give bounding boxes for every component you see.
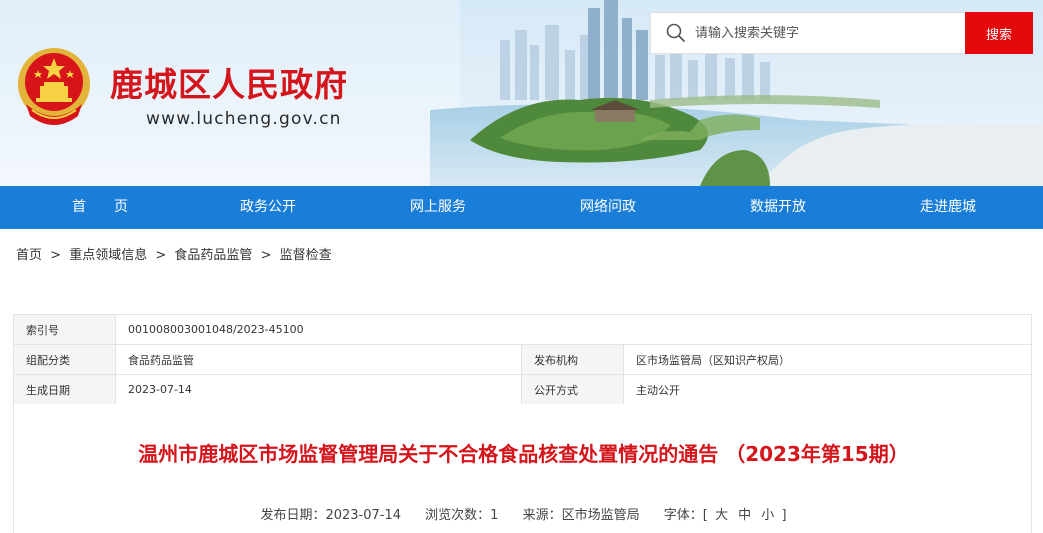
category-value: 食品药品监管 [115,344,522,375]
font-size-control: 字体：[ 大 中 小 ] [664,508,787,523]
index-value: 001008003001048/2023-45100 [115,314,1032,345]
nav-item-online-inquiry[interactable]: 网络问政 [538,186,678,229]
breadcrumb-key-areas[interactable]: 重点领域信息 [69,248,147,263]
font-size-medium-button[interactable]: 中 [738,508,751,523]
font-size-close-bracket: ] [781,508,787,523]
article-card: 温州市鹿城区市场监督管理局关于不合格食品核查处置情况的通告 （2023年第15期… [13,404,1032,533]
date-label: 生成日期 [13,374,116,405]
nav-item-home[interactable]: 首 页 [30,186,170,229]
breadcrumb-home[interactable]: 首页 [16,248,42,263]
meta-row: 组配分类 食品药品监管 发布机构 区市场监管局（区知识产权局） [13,344,1032,375]
national-emblem-icon [18,48,90,125]
nav-item-open-data[interactable]: 数据开放 [708,186,848,229]
breadcrumb-separator: > [50,248,62,263]
header-banner: 鹿城区人民政府 www.lucheng.gov.cn 搜索 [0,0,1043,186]
disclosure-label: 公开方式 [521,374,624,405]
breadcrumb-separator: > [155,248,167,263]
search-icon [666,23,685,42]
index-label: 索引号 [13,314,116,345]
disclosure-value: 主动公开 [623,374,1032,405]
article-title: 温州市鹿城区市场监督管理局关于不合格食品核查处置情况的通告 （2023年第15期… [138,442,909,466]
nav-item-online-services[interactable]: 网上服务 [368,186,508,229]
font-size-small-button[interactable]: 小 [761,508,774,523]
article-info: 发布日期：2023-07-14 浏览次数：1 来源：区市场监管局 字体：[ 大 … [14,504,1033,523]
nav-item-about-lucheng[interactable]: 走进鹿城 [878,186,1018,229]
category-label: 组配分类 [13,344,116,375]
main-nav: 首 页 政务公开 网上服务 网络问政 数据开放 走进鹿城 [0,186,1043,229]
nav-item-government-affairs[interactable]: 政务公开 [198,186,338,229]
search-button[interactable]: 搜索 [965,12,1033,54]
site-url[interactable]: www.lucheng.gov.cn [146,109,342,129]
site-title[interactable]: 鹿城区人民政府 [110,58,348,106]
meta-row: 索引号 001008003001048/2023-45100 [13,314,1032,345]
article-source: 来源：区市场监管局 [522,508,640,523]
publish-date: 发布日期：2023-07-14 [260,508,402,523]
search-box [650,12,966,54]
publisher-label: 发布机构 [521,344,624,375]
document-meta-table: 索引号 001008003001048/2023-45100 组配分类 食品药品… [13,314,1032,405]
publisher-value: 区市场监管局（区知识产权局） [623,344,1032,375]
breadcrumb-inspection[interactable]: 监督检查 [280,248,332,263]
font-size-label: 字体：[ [663,508,708,523]
font-size-large-button[interactable]: 大 [715,508,728,523]
breadcrumb: 首页 > 重点领域信息 > 食品药品监管 > 监督检查 [16,244,332,263]
search-input[interactable] [695,25,935,41]
breadcrumb-food-drug[interactable]: 食品药品监管 [174,248,252,263]
breadcrumb-separator: > [260,248,272,263]
date-value: 2023-07-14 [115,374,522,405]
meta-row: 生成日期 2023-07-14 公开方式 主动公开 [13,374,1032,405]
view-count: 浏览次数：1 [425,508,499,523]
